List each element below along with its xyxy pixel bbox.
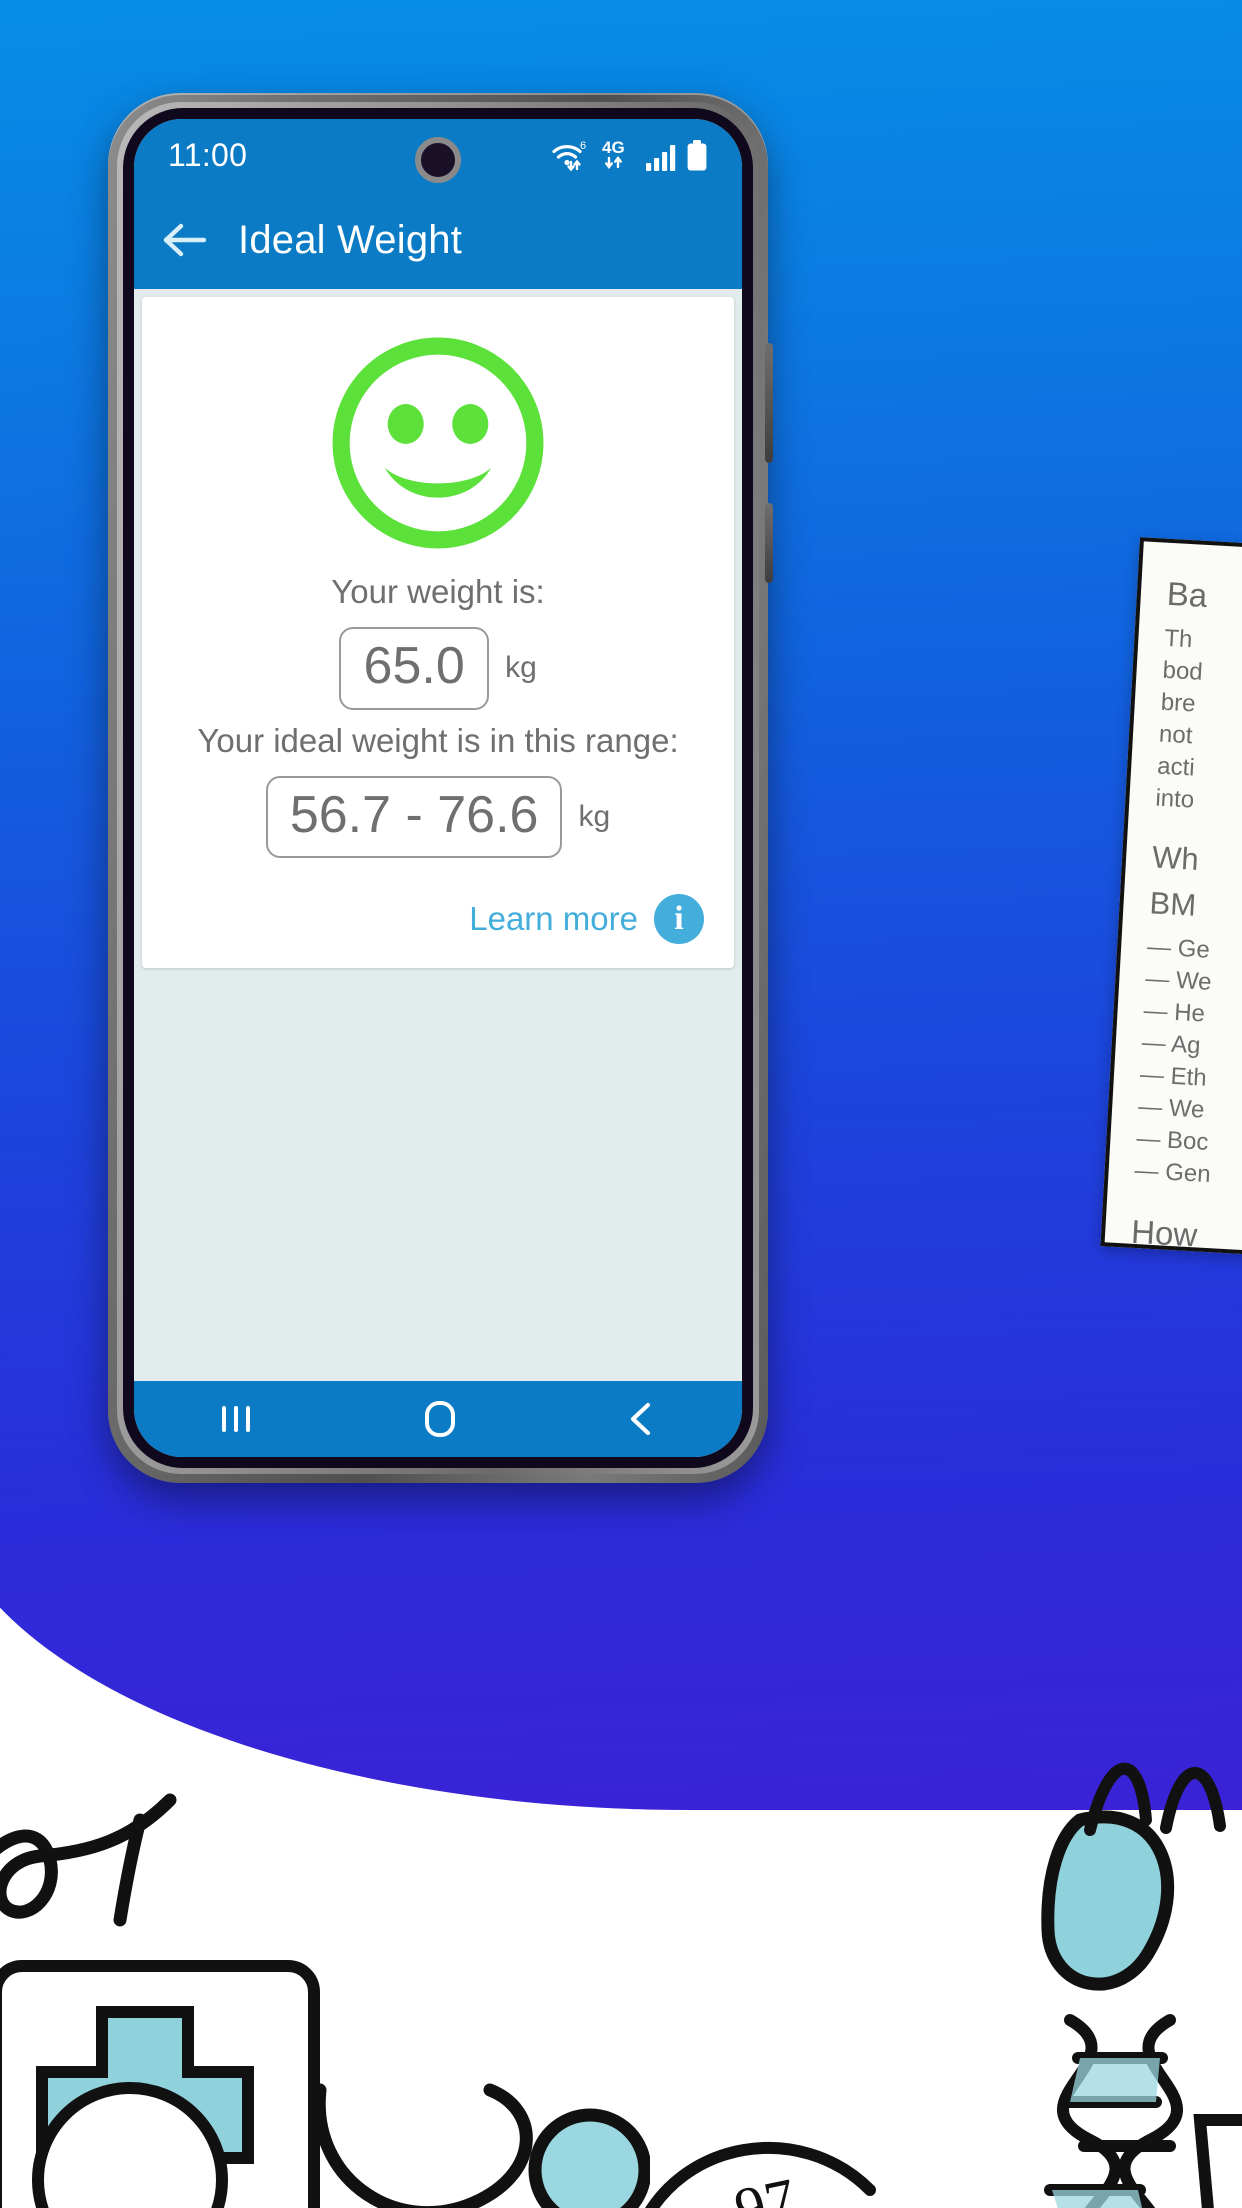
weight-value-row: 65.0 kg <box>339 627 537 710</box>
recents-icon[interactable] <box>214 1399 258 1439</box>
wifi-6-icon: 6 <box>552 140 586 172</box>
status-bar: 11:00 6 4G <box>134 119 742 191</box>
note-heading-1: Ba <box>1165 574 1209 614</box>
phone-mockup: 11:00 6 4G Ideal Weight Your weight is: … <box>108 93 773 1483</box>
arrow-left-icon[interactable] <box>162 220 208 260</box>
medical-cross-doodle <box>0 1960 320 2208</box>
ideal-range-value: 56.7 - 76.6 <box>265 775 563 859</box>
tape-measure-doodle: 97 <box>645 2141 876 2208</box>
weight-unit: kg <box>505 651 537 685</box>
info-circle-icon[interactable]: i <box>654 894 704 945</box>
smiley-face-icon <box>332 337 544 549</box>
dna-helix-doodle <box>1044 2014 1183 2208</box>
weight-label: Your weight is: <box>331 573 545 610</box>
4g-icon: 4G <box>602 138 625 169</box>
back-chevron-icon[interactable] <box>622 1398 662 1440</box>
note-heading-2-line: Wh <box>1151 839 1200 878</box>
weight-value: 65.0 <box>339 627 490 710</box>
system-navigation-bar <box>134 1381 742 1457</box>
status-icon-group: 6 4G <box>551 138 708 172</box>
beaker-doodle <box>1193 2114 1242 2208</box>
app-content: Your weight is: 65.0 kg Your ideal weigh… <box>134 289 742 1381</box>
cellular-signal-icon <box>646 145 676 171</box>
battery-icon <box>687 140 707 171</box>
circle-doodle <box>32 2082 228 2208</box>
network-type-label: 4G <box>602 138 625 157</box>
ideal-range-unit: kg <box>578 799 611 833</box>
phone-screen: 11:00 6 4G Ideal Weight Your weight is: … <box>134 119 742 1457</box>
app-bar: Ideal Weight <box>134 191 742 289</box>
ideal-range-label: Your ideal weight is in this range: <box>197 721 679 759</box>
svg-text:97: 97 <box>729 2166 801 2208</box>
power-button[interactable] <box>765 503 773 583</box>
ideal-range-value-row: 56.7 - 76.6 kg <box>265 775 611 859</box>
note-heading-2-line: BM <box>1148 885 1198 924</box>
front-camera-punch-hole <box>415 137 461 183</box>
capsule-doodle <box>1041 1810 1175 1991</box>
status-clock: 11:00 <box>168 136 248 173</box>
ideal-weight-card: Your weight is: 65.0 kg Your ideal weigh… <box>142 297 734 969</box>
stethoscope-doodle <box>312 2083 650 2208</box>
svg-text:6: 6 <box>580 140 586 152</box>
page-title: Ideal Weight <box>238 217 463 262</box>
learn-more-row[interactable]: Learn more i <box>469 894 708 945</box>
volume-button[interactable] <box>765 343 773 463</box>
home-icon[interactable] <box>418 1397 462 1441</box>
script-text-doodle <box>0 1793 177 1927</box>
learn-more-link[interactable]: Learn more <box>469 900 638 938</box>
